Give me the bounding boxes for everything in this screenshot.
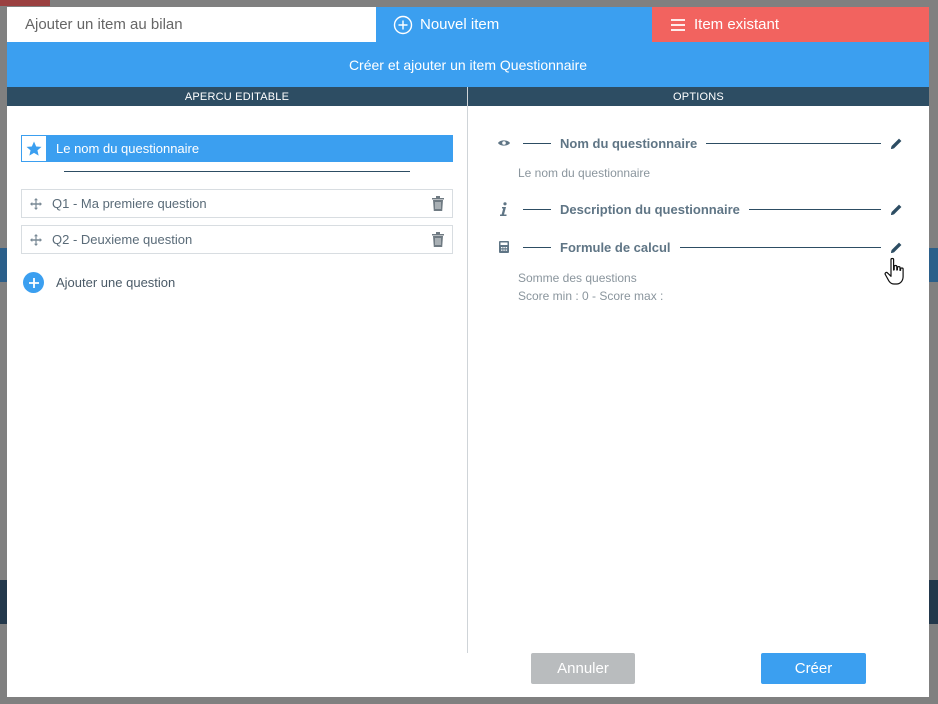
preview-column-header: APERCU EDITABLE <box>7 87 467 106</box>
option-line <box>748 208 881 210</box>
options-column-header: OPTIONS <box>468 87 929 106</box>
background-app-strip <box>0 0 50 6</box>
question-label: Q2 - Deuxieme question <box>52 232 193 247</box>
modal-title: Ajouter un item au bilan <box>7 7 376 42</box>
question-row[interactable]: Q1 - Ma premiere question <box>21 189 453 218</box>
trash-icon[interactable] <box>424 232 452 247</box>
question-label: Q1 - Ma premiere question <box>52 196 207 211</box>
eye-icon <box>495 139 513 147</box>
pencil-icon[interactable] <box>881 137 903 150</box>
option-formula-title: Formule de calcul <box>560 239 671 255</box>
name-underline <box>64 171 410 172</box>
move-icon[interactable] <box>22 233 50 246</box>
questionnaire-name-field[interactable]: Le nom du questionnaire <box>21 135 453 162</box>
option-line <box>679 246 881 248</box>
tab-existing-item[interactable]: Item existant <box>652 7 929 42</box>
calculator-icon <box>495 241 513 253</box>
hand-cursor-icon <box>883 257 907 292</box>
questionnaire-name-label: Le nom du questionnaire <box>47 135 453 162</box>
tab-new-item[interactable]: Nouvel item <box>376 7 652 42</box>
trash-icon[interactable] <box>424 196 452 211</box>
option-formula-value: Somme des questions <box>518 271 637 285</box>
option-line <box>523 142 551 144</box>
tab-new-item-label: Nouvel item <box>420 16 500 33</box>
option-line <box>706 142 881 144</box>
modal-tabs: Ajouter un item au bilan Nouvel item Ite… <box>7 7 929 42</box>
option-name-value: Le nom du questionnaire <box>518 166 651 180</box>
add-question-label: Ajouter une question <box>56 275 176 290</box>
move-icon[interactable] <box>22 197 50 210</box>
column-divider <box>467 87 468 653</box>
pencil-icon[interactable] <box>881 203 903 216</box>
add-item-modal: Ajouter un item au bilan Nouvel item Ite… <box>7 7 929 697</box>
option-formula: Formule de calcul <box>495 237 903 257</box>
option-line <box>523 246 551 248</box>
hamburger-icon <box>669 18 687 32</box>
cancel-button[interactable]: Annuler <box>531 653 635 684</box>
option-description: Description du questionnaire <box>495 199 903 219</box>
option-description-title: Description du questionnaire <box>560 201 740 217</box>
option-name: Nom du questionnaire <box>495 133 903 153</box>
plus-circle-icon <box>23 272 44 293</box>
plus-circle-icon <box>393 15 413 35</box>
option-score-value: Score min : 0 - Score max : <box>518 289 664 303</box>
option-name-title: Nom du questionnaire <box>560 135 698 151</box>
create-button[interactable]: Créer <box>761 653 866 684</box>
info-icon <box>495 202 513 216</box>
star-icon <box>21 135 47 162</box>
pencil-icon[interactable] <box>881 241 903 254</box>
tab-existing-item-label: Item existant <box>694 16 780 33</box>
question-row[interactable]: Q2 - Deuxieme question <box>21 225 453 254</box>
option-line <box>523 208 551 210</box>
add-question-button[interactable]: Ajouter une question <box>23 272 175 293</box>
modal-banner: Créer et ajouter un item Questionnaire <box>7 42 929 87</box>
